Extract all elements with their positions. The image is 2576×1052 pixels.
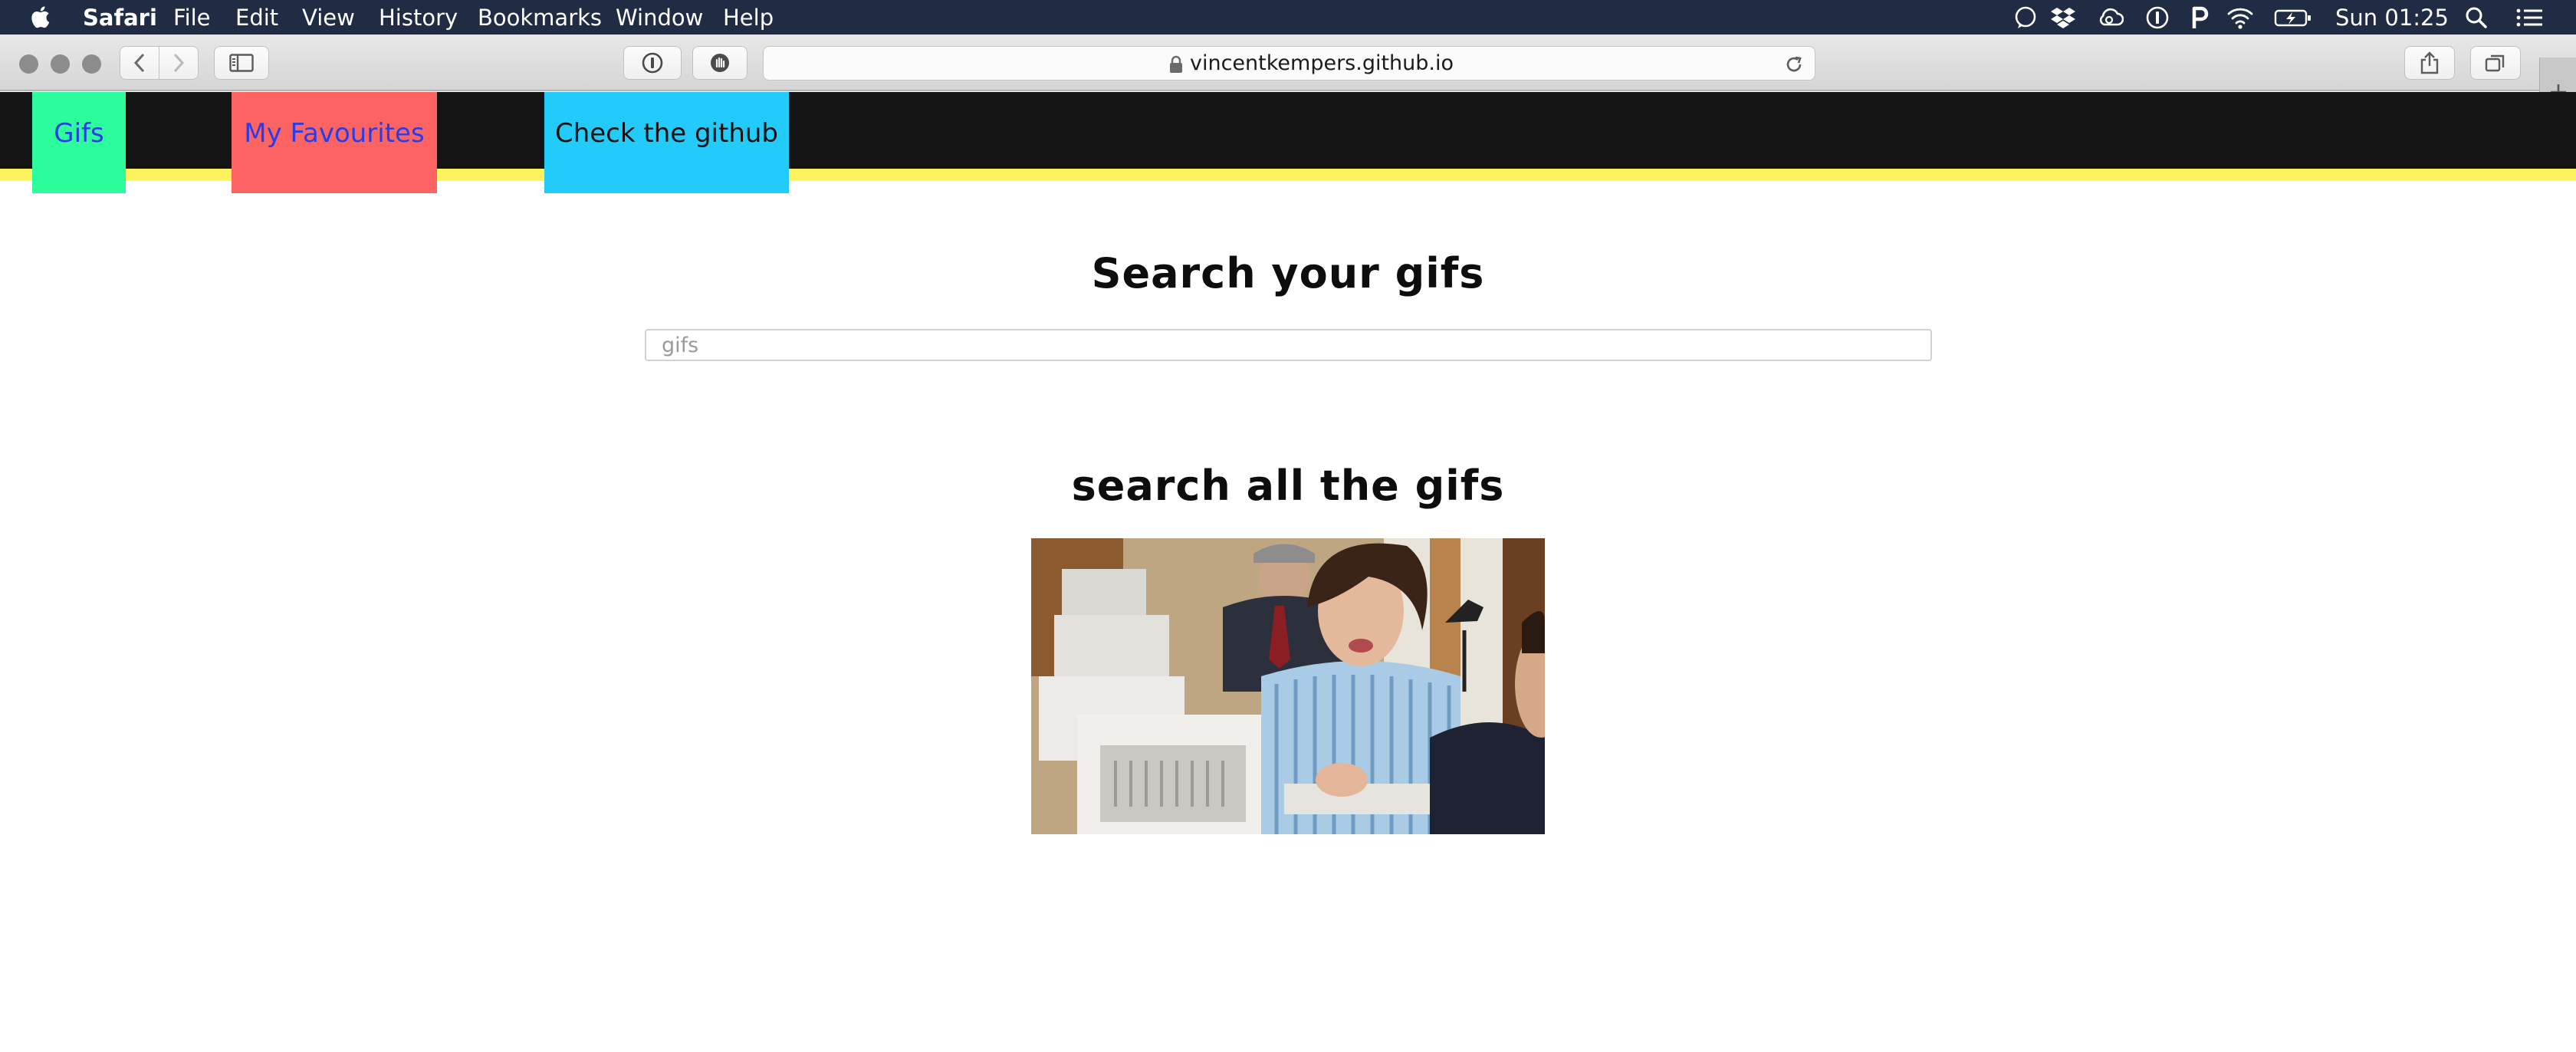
pocket-icon[interactable]	[2186, 5, 2212, 31]
dropbox-icon[interactable]	[2050, 5, 2076, 31]
show-tabs-button[interactable]	[2470, 46, 2521, 80]
browser-toolbar: vincentkempers.github.io	[0, 35, 2576, 126]
chevron-right-icon	[173, 53, 185, 73]
forward-button[interactable]	[159, 46, 199, 80]
spotlight-search-icon[interactable]	[2463, 5, 2489, 31]
menu-bookmarks[interactable]: Bookmarks	[478, 5, 602, 31]
close-window-button[interactable]	[19, 54, 38, 74]
nav-gifs-link[interactable]: Gifs	[32, 92, 126, 193]
sidebar-icon	[229, 54, 254, 72]
messages-icon[interactable]	[2013, 5, 2039, 31]
page-title: Search your gifs	[1091, 249, 1485, 298]
1password-icon[interactable]	[2144, 5, 2170, 31]
shield-hand-icon	[711, 54, 729, 72]
minimize-window-button[interactable]	[51, 54, 70, 74]
share-button[interactable]	[2404, 46, 2455, 80]
wifi-icon[interactable]	[2227, 5, 2253, 31]
sidebar-button[interactable]	[214, 46, 269, 80]
1password-icon	[642, 52, 663, 74]
nav-favourites-link[interactable]: My Favourites	[232, 92, 437, 193]
notification-center-icon[interactable]	[2515, 5, 2545, 31]
lock-icon	[1170, 55, 1182, 73]
address-bar[interactable]: vincentkempers.github.io	[763, 46, 1815, 81]
menu-bar: Safari File Edit View History Bookmarks …	[0, 0, 2576, 35]
apple-logo-icon[interactable]	[29, 3, 54, 31]
chevron-left-icon	[133, 53, 145, 73]
share-icon	[2420, 51, 2439, 74]
menu-app-name[interactable]: Safari	[83, 5, 157, 31]
creative-cloud-icon[interactable]	[2098, 5, 2124, 31]
1password-extension-button[interactable]	[623, 46, 682, 80]
menu-history[interactable]: History	[379, 5, 458, 31]
menu-help[interactable]: Help	[723, 5, 774, 31]
menu-view[interactable]: View	[302, 5, 355, 31]
menu-window[interactable]: Window	[616, 5, 703, 31]
privacy-extension-button[interactable]	[692, 46, 748, 80]
menu-file[interactable]: File	[173, 5, 211, 31]
reload-icon[interactable]	[1783, 54, 1805, 75]
url-text: vincentkempers.github.io	[1190, 51, 1454, 75]
zoom-window-button[interactable]	[82, 54, 101, 74]
tabs-overview-icon	[2485, 54, 2505, 72]
nav-github-link[interactable]: Check the github	[544, 92, 789, 193]
back-button[interactable]	[120, 46, 159, 80]
results-title: search all the gifs	[1071, 462, 1505, 510]
menu-edit[interactable]: Edit	[235, 5, 278, 31]
gif-search-input[interactable]	[645, 329, 1932, 361]
gif-result-image[interactable]	[1031, 538, 1545, 834]
menu-clock[interactable]: Sun 01:25	[2335, 5, 2449, 31]
battery-charging-icon[interactable]	[2274, 5, 2312, 31]
